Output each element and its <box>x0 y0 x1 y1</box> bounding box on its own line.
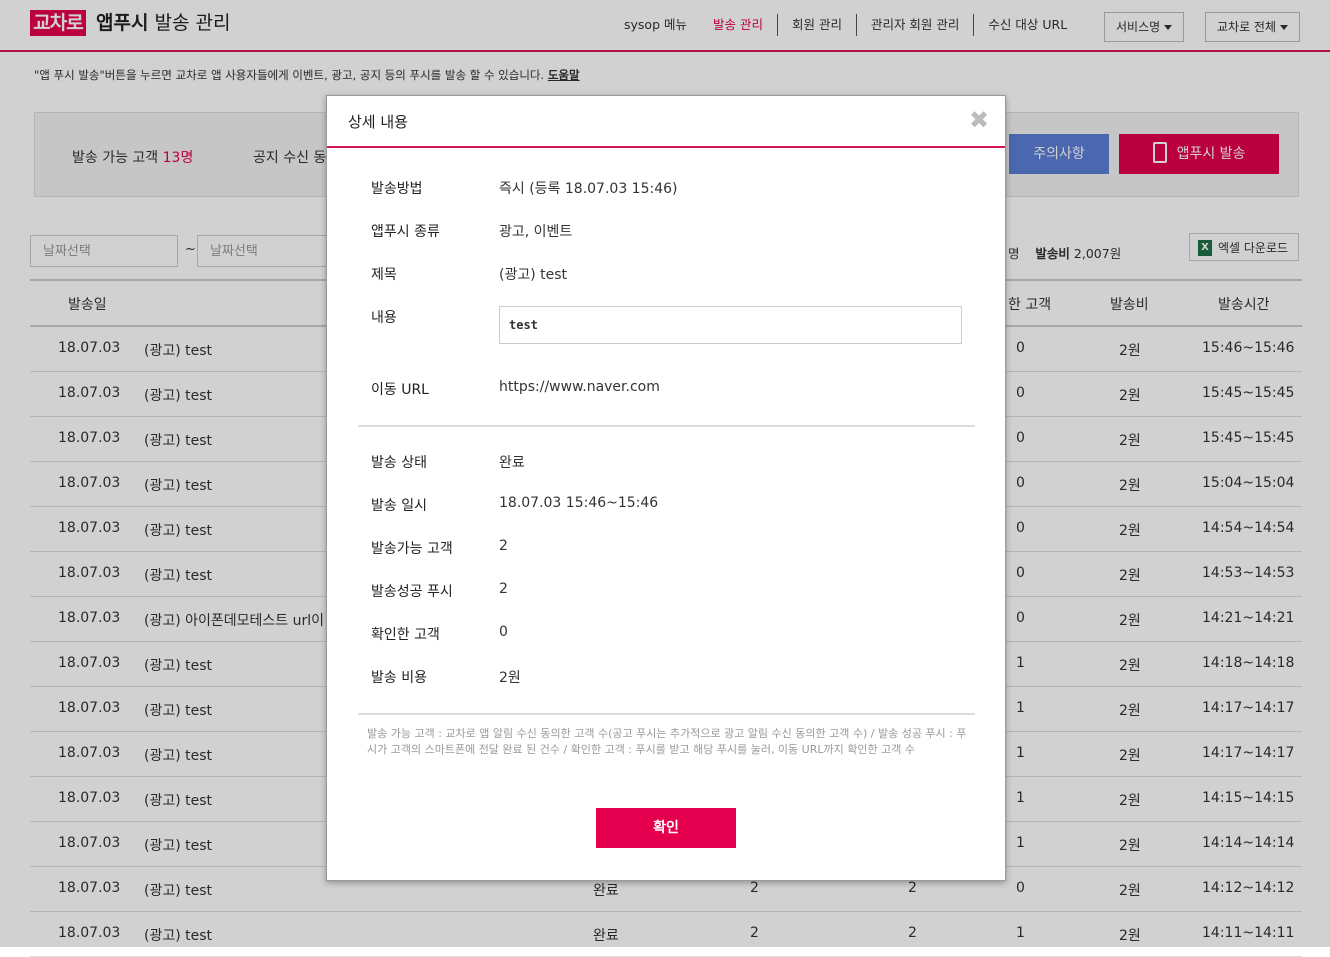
footnote: 발송 가능 고객 : 교차로 앱 알림 수신 동의한 고객 수(공고 푸시는 추… <box>367 727 967 756</box>
modal-header: 상세 내용 ✖ <box>327 96 1005 148</box>
cost-label: 발송 비용 <box>371 670 427 686</box>
method-value: 즉시 (등록 18.07.03 15:46) <box>499 181 678 197</box>
success-label: 발송성공 푸시 <box>371 584 453 600</box>
content-textarea[interactable]: test <box>499 306 962 344</box>
status-value: 완료 <box>499 455 525 471</box>
available-label: 발송가능 고객 <box>371 541 453 557</box>
detail-modal: 상세 내용 ✖ 발송방법 즉시 (등록 18.07.03 15:46) 앱푸시 … <box>326 95 1006 881</box>
divider <box>358 713 975 715</box>
content-label: 내용 <box>371 310 397 326</box>
status-label: 발송 상태 <box>371 455 427 471</box>
type-label: 앱푸시 종류 <box>371 224 440 240</box>
confirmed-label: 확인한 고객 <box>371 627 440 643</box>
datetime-value: 18.07.03 15:46~15:46 <box>499 495 659 511</box>
cost-value: 2원 <box>499 670 521 686</box>
confirm-button[interactable]: 확인 <box>596 808 736 848</box>
divider <box>358 425 975 427</box>
available-value: 2 <box>499 538 508 554</box>
close-icon[interactable]: ✖ <box>969 108 989 132</box>
url-label: 이동 URL <box>371 382 429 398</box>
url-value: https://www.naver.com <box>499 379 660 395</box>
subject-label: 제목 <box>371 267 397 283</box>
success-value: 2 <box>499 581 508 597</box>
method-label: 발송방법 <box>371 181 423 197</box>
type-value: 광고, 이벤트 <box>499 224 573 240</box>
subject-value: (광고) test <box>499 267 568 283</box>
modal-title: 상세 내용 <box>348 113 408 131</box>
datetime-label: 발송 일시 <box>371 498 427 514</box>
confirmed-value: 0 <box>499 624 508 640</box>
